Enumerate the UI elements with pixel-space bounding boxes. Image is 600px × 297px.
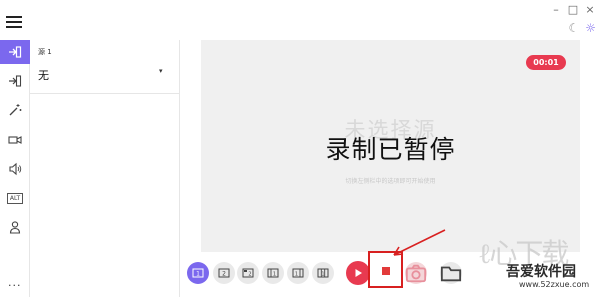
preview-canvas: 未选择源 录制已暂停 切换左侧栏中的选项即可开始使用 — [201, 40, 580, 252]
play-icon — [355, 269, 362, 277]
layout-button-5[interactable]: 1 — [287, 262, 309, 284]
layout-split-icon: 1 — [267, 268, 279, 278]
title-bar: – □ × ☾ ☼ — [0, 0, 600, 40]
watermark-name: 吾爱软件园 — [506, 264, 576, 280]
svg-text:2: 2 — [222, 271, 226, 278]
layout-button-1[interactable]: 1 — [187, 262, 209, 284]
chevron-down-icon[interactable]: ▾ — [159, 67, 163, 75]
layout-dual-icon: 2 — [218, 268, 230, 278]
layout-button-2[interactable]: 2 — [213, 262, 235, 284]
video-camera-icon — [8, 136, 22, 144]
user-icon — [9, 221, 21, 234]
watermark-url: www.52zxue.com — [519, 280, 590, 289]
sidebar-item-camera[interactable] — [0, 128, 30, 152]
recording-timer: 00:01 — [526, 55, 566, 70]
more-options-icon[interactable]: ... — [8, 276, 22, 289]
magic-wand-icon — [9, 104, 22, 116]
resume-button[interactable] — [346, 261, 370, 285]
hamburger-menu-icon[interactable] — [6, 16, 22, 30]
layout-button-4[interactable]: 1 — [262, 262, 284, 284]
screenshot-button[interactable] — [405, 262, 427, 284]
source-2-icon — [9, 75, 22, 87]
svg-text:1: 1 — [196, 271, 200, 278]
minimize-button[interactable]: – — [549, 3, 563, 16]
stop-icon — [382, 267, 390, 275]
layout-single-icon: 1 — [192, 268, 204, 278]
source-selector[interactable]: 源 1 无 ▾ — [30, 40, 180, 94]
layout-side-icon: 1 — [292, 268, 304, 278]
source-label: 源 1 — [38, 48, 52, 56]
speaker-icon — [9, 162, 22, 176]
sidebar-item-effects[interactable] — [0, 98, 30, 122]
layout-button-6[interactable]: 1 — [312, 262, 334, 284]
sidebar-item-account[interactable] — [0, 215, 30, 239]
svg-text:1: 1 — [273, 272, 276, 278]
moon-icon[interactable]: ☾ — [568, 21, 579, 35]
open-folder-button[interactable] — [440, 262, 462, 284]
app-window: – □ × ☾ ☼ ALT ... 源 1 无 ▾ 未选择源 录制已暂停 切换左… — [0, 0, 600, 297]
alt-icon: ALT — [6, 192, 24, 204]
sun-icon[interactable]: ☼ — [585, 21, 596, 35]
source-1-icon — [9, 46, 22, 58]
svg-text:2: 2 — [248, 272, 251, 278]
source-dropdown-value[interactable]: 无 — [38, 67, 49, 83]
preview-hint: 切换左侧栏中的选项即可开始使用 — [345, 178, 436, 185]
folder-icon — [440, 266, 462, 282]
sidebar-item-source-2[interactable] — [0, 69, 30, 93]
source-panel: 源 1 无 ▾ — [30, 40, 180, 297]
sidebar-item-alt[interactable]: ALT — [0, 186, 30, 210]
maximize-button[interactable]: □ — [566, 3, 580, 16]
left-sidebar: ALT ... — [0, 40, 30, 297]
svg-text:1: 1 — [321, 272, 324, 278]
annotation-arrow — [393, 229, 446, 256]
theme-switcher: ☾ ☼ — [568, 21, 596, 35]
camera-icon — [405, 264, 427, 283]
close-button[interactable]: × — [583, 3, 597, 16]
layout-button-3[interactable]: 2 — [237, 262, 259, 284]
recording-paused-text: 录制已暂停 — [325, 135, 456, 164]
layout-grid-icon: 1 — [317, 268, 329, 278]
sidebar-item-audio[interactable] — [0, 157, 30, 181]
sidebar-item-source-1[interactable] — [0, 40, 30, 64]
layout-pip-icon: 2 — [242, 268, 254, 278]
svg-text:1: 1 — [295, 272, 298, 278]
